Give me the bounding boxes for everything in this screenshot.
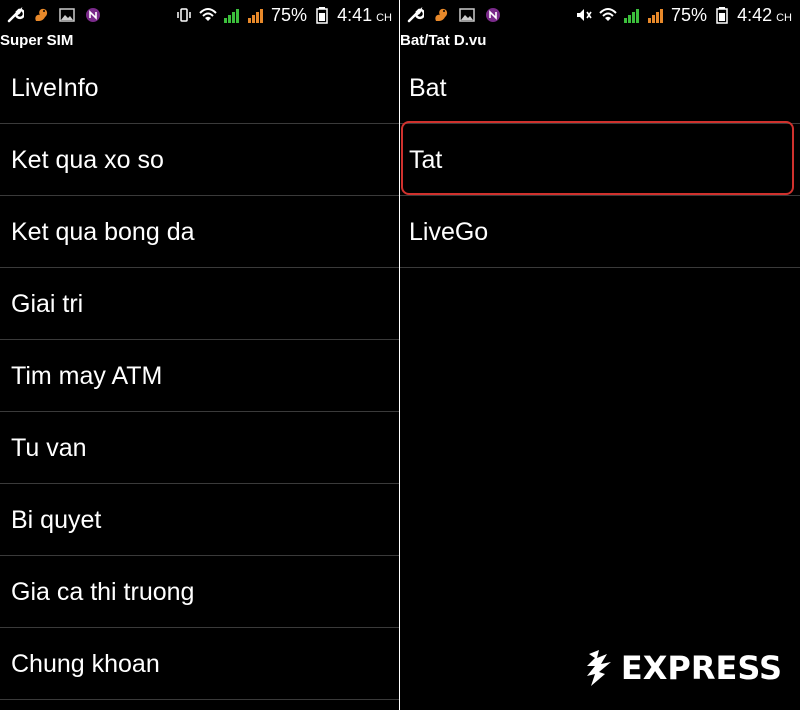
list-item-label: Bat xyxy=(409,73,447,102)
list-item[interactable]: Chung khoan xyxy=(0,628,399,700)
onenote-icon xyxy=(484,6,502,24)
status-bar: 75% 4:41 CH xyxy=(0,0,400,30)
system-status: 75% 4:41 CH xyxy=(175,4,392,26)
list-item[interactable]: LiveInfo xyxy=(0,52,399,124)
list-item[interactable]: Tim may ATM xyxy=(0,340,399,412)
signal-icon xyxy=(247,6,265,24)
page-title: Bat/Tat D.vu xyxy=(400,32,487,49)
list-item-label: LiveInfo xyxy=(11,73,99,102)
battery-icon xyxy=(313,6,331,24)
signal-icon xyxy=(647,6,665,24)
list-item[interactable]: Ket qua bong da xyxy=(0,196,399,268)
vibrate-icon xyxy=(175,6,193,24)
signal-icon xyxy=(223,6,241,24)
notification-icons xyxy=(6,6,102,24)
list-item-label: Tim may ATM xyxy=(11,361,163,390)
list-item-label: LiveGo xyxy=(409,217,489,246)
list-item-label: Giai tri xyxy=(11,289,84,318)
list-item[interactable]: Tu van xyxy=(0,412,399,484)
watermark-text: EXPRESS xyxy=(620,649,782,687)
right-screen: 75% 4:42 CH Bat/Tat D.vu Bat Tat LiveGo … xyxy=(400,0,800,710)
list-item-label: Tat xyxy=(409,145,443,174)
list-item[interactable]: LiveGo xyxy=(400,196,800,268)
onenote-icon xyxy=(84,6,102,24)
list-item-label: Bi quyet xyxy=(11,505,102,534)
wifi-icon xyxy=(199,6,217,24)
menu-list: LiveInfo Ket qua xo so Ket qua bong da G… xyxy=(0,52,400,700)
clock-ampm: CH xyxy=(776,12,792,24)
squirrel-icon xyxy=(432,6,450,24)
list-item[interactable]: Bat xyxy=(400,52,800,124)
wrench-icon xyxy=(6,6,24,24)
list-item-label: Chung khoan xyxy=(11,649,160,678)
image-icon xyxy=(58,6,76,24)
battery-percent: 75% xyxy=(671,5,708,25)
clock: 4:42 xyxy=(737,5,773,25)
squirrel-icon xyxy=(32,6,50,24)
status-bar: 75% 4:42 CH xyxy=(400,0,800,30)
system-status: 75% 4:42 CH xyxy=(575,4,792,26)
watermark: EXPRESS xyxy=(585,648,782,688)
battery-icon xyxy=(713,6,731,24)
battery-percent: 75% xyxy=(271,5,308,25)
list-item-selected[interactable]: Tat xyxy=(400,124,800,196)
list-item[interactable]: Ket qua xo so xyxy=(0,124,399,196)
list-item[interactable]: Giai tri xyxy=(0,268,399,340)
express-logo-icon xyxy=(585,648,619,688)
list-item-label: Ket qua bong da xyxy=(11,217,195,246)
clock-ampm: CH xyxy=(376,12,392,24)
list-item-label: Tu van xyxy=(11,433,87,462)
list-item-label: Gia ca thi truong xyxy=(11,577,195,606)
signal-icon xyxy=(623,6,641,24)
page-title: Super SIM xyxy=(0,32,74,49)
wifi-icon xyxy=(599,6,617,24)
clock: 4:41 xyxy=(337,5,373,25)
notification-icons xyxy=(406,6,502,24)
left-screen: 75% 4:41 CH Super SIM LiveInfo Ket qua x… xyxy=(0,0,400,710)
menu-list: Bat Tat LiveGo xyxy=(400,52,800,268)
image-icon xyxy=(458,6,476,24)
wrench-icon xyxy=(406,6,424,24)
list-item[interactable]: Gia ca thi truong xyxy=(0,556,399,628)
mute-icon xyxy=(575,6,593,24)
list-item[interactable]: Bi quyet xyxy=(0,484,399,556)
list-item-label: Ket qua xo so xyxy=(11,145,164,174)
